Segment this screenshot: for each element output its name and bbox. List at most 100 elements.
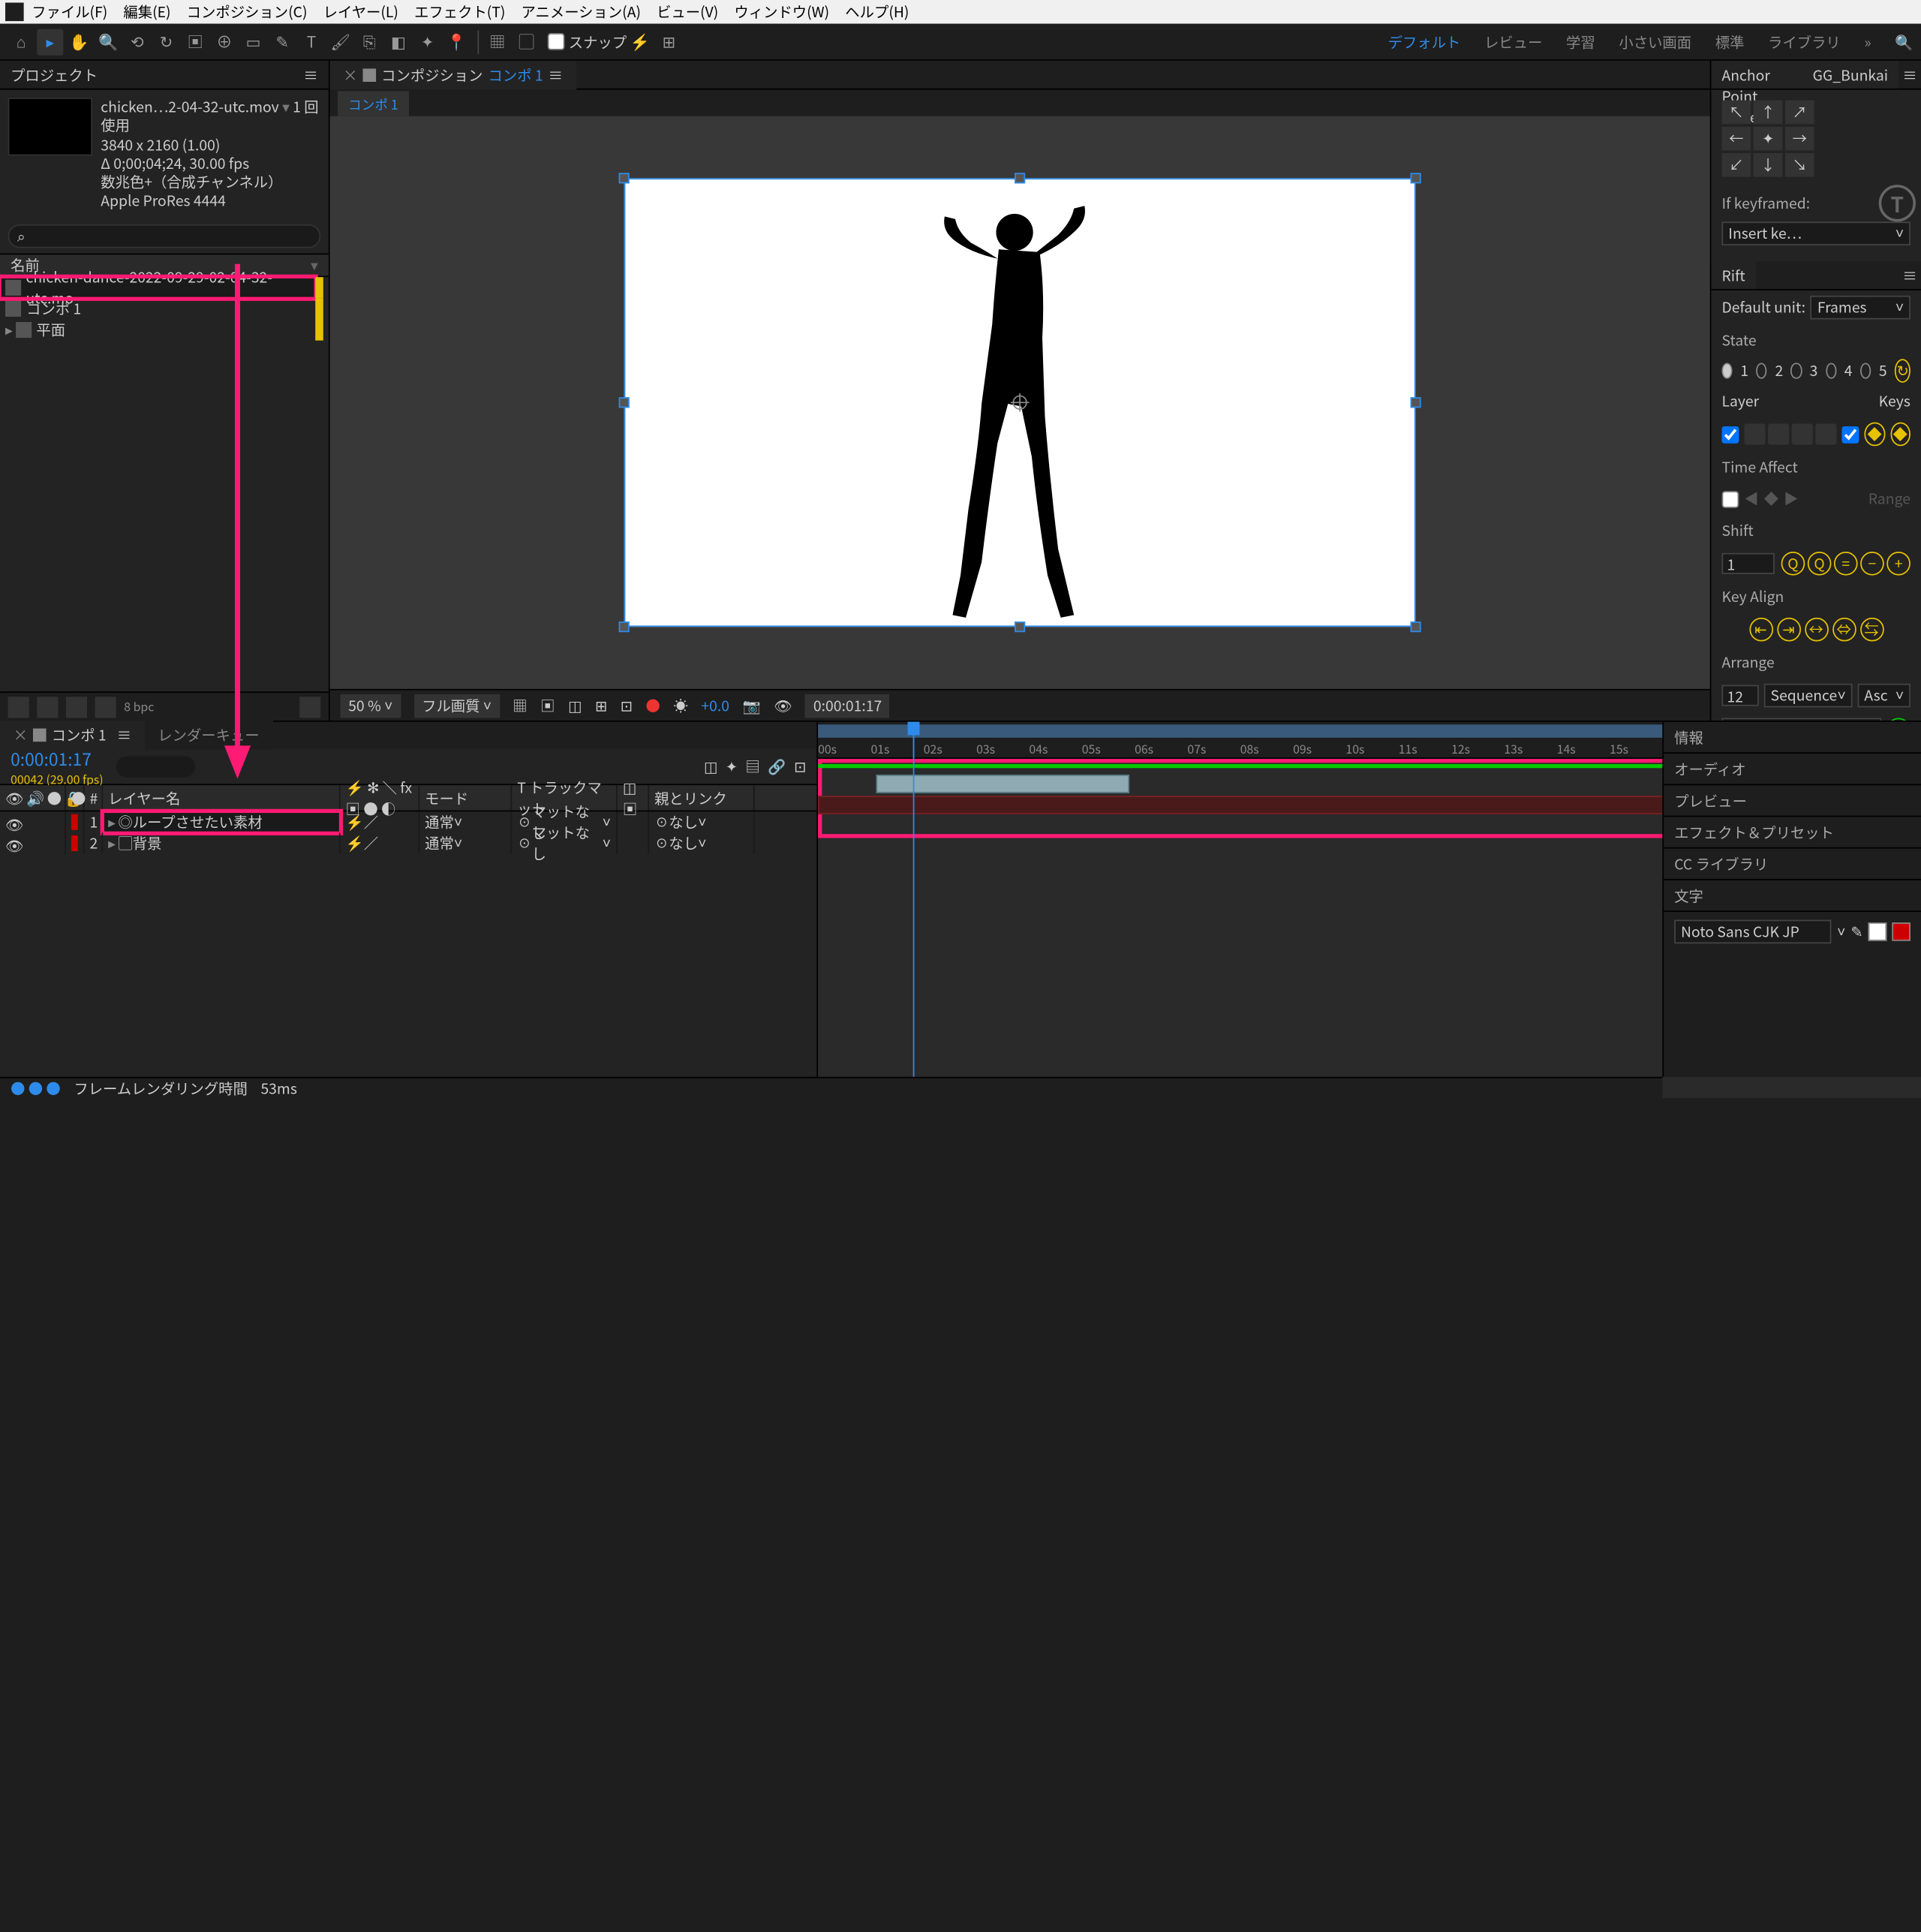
toggle-mask-icon[interactable]: ▢ [513, 29, 540, 55]
menu-edit[interactable]: 編集(E) [123, 2, 170, 23]
current-time-display[interactable]: 0:00:01:17 [11, 745, 104, 770]
selection-tool-icon[interactable]: ▸ [37, 29, 63, 55]
panel-menu-icon[interactable]: ≡ [303, 64, 317, 85]
zoom-dropdown[interactable]: 50 % ˅ [341, 694, 401, 718]
rotate-tool-icon[interactable]: ↻ [153, 29, 179, 55]
fill-color-swatch[interactable] [1868, 922, 1887, 940]
tl-toggle-icon[interactable]: 🔗 [768, 756, 786, 777]
panel-preview[interactable]: プレビュー [1664, 784, 1921, 815]
panel-menu-icon[interactable]: ≡ [549, 64, 563, 85]
label-swatch[interactable] [315, 277, 323, 298]
keyframed-dropdown[interactable]: Insert ke…˅ [1722, 221, 1910, 245]
align-btn[interactable]: ⇤ [1749, 618, 1773, 642]
toggle-transparency-icon[interactable]: ▦ [513, 695, 527, 716]
tl-toggle-icon[interactable]: ⊡ [794, 756, 806, 777]
timeline-tab-renderqueue[interactable]: レンダーキュー [145, 721, 273, 750]
anchor-b-button[interactable]: ↓ [1754, 153, 1783, 177]
new-comp-icon[interactable] [66, 696, 87, 717]
workspace-standard[interactable]: 標準 [1715, 31, 1745, 52]
anchor-tl-button[interactable]: ↖ [1722, 101, 1751, 125]
tab-rift[interactable]: Rift [1711, 261, 1755, 289]
camera-tool-icon[interactable]: ▣ [182, 29, 209, 55]
default-unit-dropdown[interactable]: Frames˅ [1811, 296, 1910, 320]
snap-toggle[interactable]: スナップ [548, 31, 627, 52]
anchor-r-button[interactable]: → [1785, 127, 1814, 151]
tl-toggle-icon[interactable]: ▤ [746, 756, 760, 777]
font-dropdown-icon[interactable]: ˅ [1837, 920, 1845, 941]
menu-view[interactable]: ビュー(V) [657, 2, 718, 23]
anchor-c-button[interactable]: ✦ [1754, 127, 1783, 151]
transform-handle[interactable] [619, 173, 630, 183]
brush-tool-icon[interactable]: 🖌 [327, 29, 353, 55]
menu-help[interactable]: ヘルプ(H) [845, 2, 909, 23]
orbit-tool-icon[interactable]: ⟲ [124, 29, 150, 55]
shift-btn[interactable]: − [1860, 552, 1884, 576]
bpc-toggle[interactable]: 8 bpc [124, 698, 154, 715]
composition-canvas[interactable] [624, 178, 1416, 627]
visibility-toggle[interactable]: 👁 [5, 835, 21, 851]
snapshot-icon[interactable]: 📷 [743, 695, 761, 716]
text-tool-icon[interactable]: T [298, 29, 324, 55]
panel-menu-icon[interactable]: ≡ [1898, 261, 1921, 289]
shift-input[interactable]: 1 [1722, 553, 1775, 574]
workspace-review[interactable]: レビュー [1484, 31, 1542, 52]
menu-layer[interactable]: レイヤー(L) [323, 2, 398, 23]
close-tab-icon[interactable]: × [343, 64, 357, 85]
exposure-value[interactable]: +0.0 [701, 695, 729, 716]
workspace-default[interactable]: デフォルト [1388, 31, 1461, 52]
zoom-tool-icon[interactable]: 🔍 [95, 29, 122, 55]
tab-anchor-point-move[interactable]: Anchor Point Move [1711, 61, 1802, 89]
panel-menu-icon[interactable]: ≡ [1898, 61, 1921, 89]
lock-icon[interactable] [33, 729, 47, 742]
state-5-radio[interactable] [1860, 363, 1871, 379]
comp-tab[interactable]: × コンポジション コンポ 1 ≡ [330, 60, 576, 89]
hand-tool-icon[interactable]: ✋ [66, 29, 92, 55]
tl-toggle-icon[interactable]: ✦ [726, 756, 738, 777]
tl-toggle-icon[interactable]: ◫ [704, 756, 717, 777]
menu-window[interactable]: ウィンドウ(W) [734, 2, 829, 23]
anchor-tr-button[interactable]: ↗ [1785, 101, 1814, 125]
composition-stage[interactable] [330, 116, 1710, 689]
shift-btn[interactable]: Q [1781, 552, 1805, 576]
grid-icon[interactable]: ⊞ [595, 695, 607, 716]
shy-toggle[interactable]: ⚡ [346, 811, 364, 832]
transform-handle[interactable] [619, 621, 630, 632]
state-1-radio[interactable] [1722, 363, 1733, 379]
layer-chip[interactable] [1768, 423, 1789, 444]
transform-handle[interactable] [1411, 397, 1421, 408]
align-btn[interactable]: ⇥ [1776, 618, 1800, 642]
anchor-br-button[interactable]: ↘ [1785, 153, 1814, 177]
label-swatch[interactable] [71, 814, 78, 830]
sort-icon[interactable]: ▾ [311, 254, 318, 275]
menu-animation[interactable]: アニメーション(A) [522, 2, 641, 23]
home-icon[interactable]: ⌂ [8, 29, 35, 55]
align-btn[interactable]: ⇆ [1859, 618, 1883, 642]
guides-icon[interactable]: ⊡ [621, 695, 633, 716]
transform-handle[interactable] [1411, 173, 1421, 183]
roto-tool-icon[interactable]: ✦ [414, 29, 440, 55]
menu-file[interactable]: ファイル(F) [32, 2, 107, 23]
trash-icon[interactable] [299, 696, 320, 717]
eyedropper-icon[interactable]: ✎ [1850, 920, 1862, 941]
keys-chip[interactable]: ◆ [1890, 423, 1910, 447]
workspace-more-icon[interactable]: » [1864, 31, 1871, 52]
project-item-footage[interactable]: chicken-dance-2022-09-29-02-04-32-utc.mo [0, 277, 315, 298]
panel-menu-icon[interactable]: ≡ [117, 724, 131, 745]
shift-btn[interactable]: Q [1808, 552, 1832, 576]
workspace-learn[interactable]: 学習 [1566, 31, 1595, 52]
anchor-point-icon[interactable] [1011, 393, 1030, 412]
workspace-small[interactable]: 小さい画面 [1619, 31, 1691, 52]
stroke-color-swatch[interactable] [1892, 922, 1910, 940]
puppet-tool-icon[interactable]: 📍 [443, 29, 470, 55]
timeline-search-input[interactable] [116, 756, 195, 777]
state-3-radio[interactable] [1791, 363, 1802, 379]
timeline-layer-row-2[interactable]: 👁 2 ▸▢ 背景 ⚡ ／ 通常 ˅ ☉ マットなし ˅ ☉ なし ˅ [0, 832, 816, 853]
layer-chip[interactable] [1744, 423, 1765, 444]
footage-thumbnail[interactable] [8, 98, 93, 155]
align-btn[interactable]: ↔ [1804, 618, 1828, 642]
mask-mode-icon[interactable]: ▦ [484, 29, 510, 55]
layer-chip[interactable] [1792, 423, 1813, 444]
show-snapshot-icon[interactable]: 👁 [774, 695, 792, 716]
transform-handle[interactable] [1015, 621, 1025, 632]
transform-handle[interactable] [619, 397, 630, 408]
